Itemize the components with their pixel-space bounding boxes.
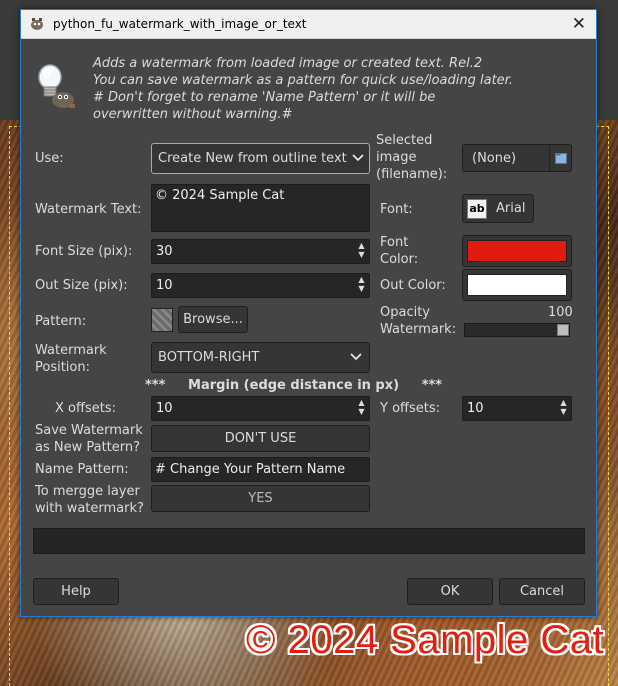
- label-line: Watermark: [35, 343, 107, 358]
- label-line: Color:: [380, 252, 419, 267]
- label-line: with watermark?: [35, 501, 144, 516]
- position-value: BOTTOM-RIGHT: [158, 350, 260, 365]
- out-color-button[interactable]: [462, 269, 572, 301]
- description-line: You can save watermark as a pattern for …: [93, 73, 513, 88]
- use-label: Use:: [35, 151, 64, 166]
- label-line: image: [376, 150, 417, 165]
- out-size-value: 10: [156, 278, 173, 293]
- font-size-spinner[interactable]: 30 ▲ ▼: [151, 239, 370, 264]
- font-chooser[interactable]: ab Arial: [462, 194, 534, 223]
- y-offsets-label: Y offsets:: [380, 401, 441, 416]
- ok-button[interactable]: OK: [407, 578, 493, 605]
- out-color-label: Out Color:: [380, 278, 446, 293]
- label-line: as New Pattern?: [35, 440, 141, 455]
- description-line: overwritten without warning.#: [93, 107, 293, 122]
- y-offsets-spinner[interactable]: 10 ▲ ▼: [462, 396, 572, 421]
- window-title: python_fu_watermark_with_image_or_text: [53, 17, 307, 31]
- slider-handle[interactable]: [557, 324, 569, 336]
- watermark-text-value: © 2024 Sample Cat: [155, 188, 285, 203]
- position-dropdown[interactable]: BOTTOM-RIGHT: [151, 342, 370, 373]
- description-line: Adds a watermark from loaded image or cr…: [93, 56, 483, 71]
- name-pattern-input[interactable]: # Change Your Pattern Name: [151, 457, 370, 482]
- chevron-down-icon: [352, 154, 364, 162]
- label-line: Opacity: [380, 305, 431, 320]
- font-size-value: 30: [156, 244, 173, 259]
- merge-label: To mergge layer with watermark?: [35, 483, 144, 517]
- use-value: Create New from outline text: [158, 151, 347, 166]
- opacity-slider[interactable]: [464, 323, 570, 337]
- font-color-button[interactable]: [462, 235, 572, 267]
- font-value: Arial: [496, 201, 526, 216]
- opacity-value: 100: [548, 305, 573, 320]
- spin-arrows-icon[interactable]: ▲ ▼: [355, 241, 368, 259]
- x-offsets-value: 10: [156, 401, 173, 416]
- description: Adds a watermark from loaded image or cr…: [93, 55, 513, 123]
- out-color-swatch: [467, 274, 567, 296]
- font-color-label: Font Color:: [380, 234, 418, 268]
- rendered-watermark: © 2024 Sample Cat: [246, 618, 605, 662]
- y-offsets-value: 10: [467, 401, 484, 416]
- titlebar[interactable]: python_fu_watermark_with_image_or_text ✕: [21, 10, 596, 39]
- opacity-fill: [465, 324, 557, 336]
- merge-toggle[interactable]: YES: [151, 485, 370, 512]
- gimp-icon: [31, 18, 43, 30]
- name-pattern-label: Name Pattern:: [35, 462, 129, 477]
- spin-arrows-icon[interactable]: ▲ ▼: [355, 398, 368, 416]
- out-size-spinner[interactable]: 10 ▲ ▼: [151, 273, 370, 298]
- label-line: (filename):: [376, 167, 448, 182]
- label-line: Save Watermark: [35, 423, 143, 438]
- name-pattern-value: # Change Your Pattern Name: [155, 462, 346, 477]
- close-icon[interactable]: ✕: [572, 14, 586, 34]
- spin-arrows-icon[interactable]: ▲ ▼: [557, 398, 570, 416]
- open-file-icon: [555, 153, 567, 164]
- selected-image-value: (None): [472, 151, 517, 166]
- watermark-text-input[interactable]: © 2024 Sample Cat: [151, 184, 370, 232]
- save-pattern-label: Save Watermark as New Pattern?: [35, 422, 143, 456]
- position-label: Watermark Position:: [35, 342, 107, 376]
- opacity-label: Opacity Watermark:: [380, 304, 456, 338]
- font-icon: ab: [467, 199, 487, 219]
- chevron-down-icon: [350, 353, 362, 361]
- margin-heading: *** Margin (edge distance in px) ***: [145, 378, 443, 393]
- watermark-text-label: Watermark Text:: [35, 202, 142, 217]
- font-label: Font:: [380, 202, 413, 217]
- progress-bar: [33, 528, 585, 554]
- label-line: Position:: [35, 360, 90, 375]
- plugin-dialog: python_fu_watermark_with_image_or_text ✕…: [20, 9, 597, 617]
- use-dropdown[interactable]: Create New from outline text: [151, 143, 370, 174]
- selected-image-chooser[interactable]: (None): [462, 144, 572, 172]
- label-line: To mergge layer: [35, 484, 140, 499]
- font-color-swatch: [467, 240, 567, 262]
- pattern-label: Pattern:: [35, 314, 87, 329]
- cancel-button[interactable]: Cancel: [499, 578, 585, 605]
- label-line: Font: [380, 235, 409, 250]
- label-line: Selected: [376, 133, 433, 148]
- description-line: # Don't forget to rename 'Name Pattern' …: [93, 90, 436, 105]
- pattern-preview[interactable]: [151, 308, 173, 332]
- label-line: Watermark:: [380, 322, 457, 337]
- help-button[interactable]: Help: [33, 578, 119, 605]
- browse-button[interactable]: Browse...: [178, 306, 248, 333]
- x-offsets-label: X offsets:: [55, 401, 116, 416]
- out-size-label: Out Size (pix):: [35, 278, 128, 293]
- selected-image-label: Selected image (filename):: [376, 132, 447, 183]
- font-size-label: Font Size (pix):: [35, 244, 133, 259]
- spin-arrows-icon[interactable]: ▲ ▼: [355, 275, 368, 293]
- lightbulb-icon: [38, 64, 75, 108]
- save-pattern-toggle[interactable]: DON'T USE: [151, 425, 370, 452]
- x-offsets-spinner[interactable]: 10 ▲ ▼: [151, 396, 370, 421]
